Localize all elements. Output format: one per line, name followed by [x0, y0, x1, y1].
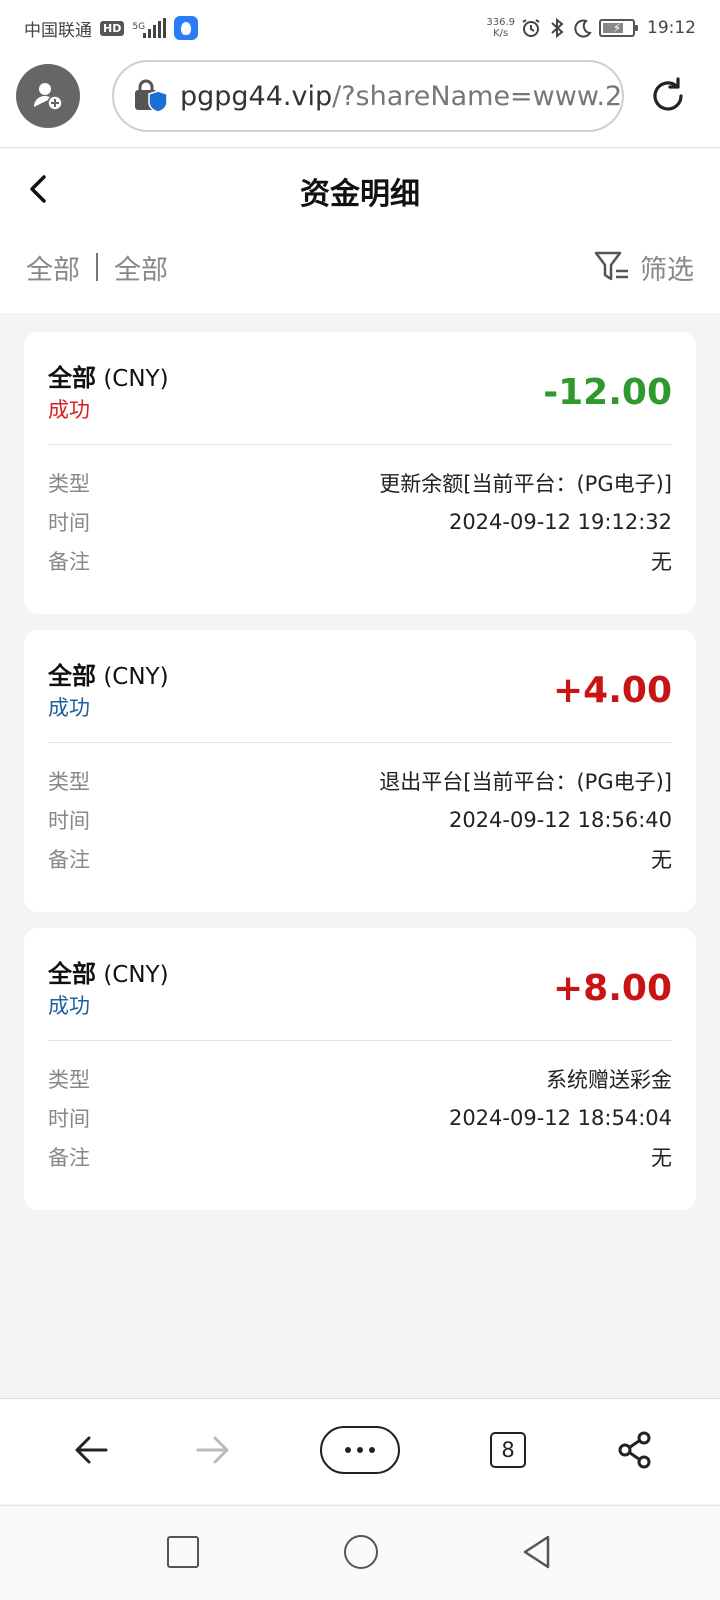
url-field[interactable]: pgpg44.vip/?shareName=www.23 [112, 60, 624, 132]
network-type: 5G [132, 22, 146, 32]
url-domain: pgpg44.vip [180, 80, 333, 112]
site-security-icon [132, 78, 168, 114]
menu-dot [345, 1447, 351, 1453]
profile-avatar-button[interactable] [16, 64, 80, 128]
home-button[interactable] [344, 1535, 378, 1569]
filter-separator [96, 253, 98, 281]
card-category: 全部 [48, 662, 96, 690]
bluetooth-icon [547, 18, 567, 38]
time-row: 时间 2024-09-12 18:56:40 [48, 805, 672, 835]
reload-button[interactable] [648, 76, 688, 116]
signal-icon: 5G [132, 18, 167, 38]
time-value: 2024-09-12 19:12:32 [448, 510, 672, 534]
divider [48, 742, 672, 743]
time-label: 时间 [48, 511, 90, 535]
amount: +4.00 [553, 670, 672, 711]
status-bar: 中国联通 HD 5G 336.9 K/s ⚡ 19:12 [0, 0, 720, 56]
type-row: 类型 退出平台[当前平台：(PG电子)] [48, 766, 672, 796]
filter-category-1[interactable]: 全部 [26, 248, 80, 287]
type-label: 类型 [48, 1068, 90, 1092]
type-value: 更新余额[当前平台：(PG电子)] [379, 472, 672, 496]
arrow-right-icon [196, 1436, 229, 1464]
note-row: 备注 无 [48, 1142, 672, 1172]
card-title: 全部 (CNY) [48, 656, 169, 691]
card-currency: (CNY) [103, 664, 169, 690]
filter-category-2[interactable]: 全部 [114, 248, 168, 287]
reload-icon [653, 77, 683, 111]
network-speed: 336.9 K/s [486, 17, 515, 39]
card-title: 全部 (CNY) [48, 954, 169, 989]
clock: 19:12 [647, 18, 696, 38]
page-title: 资金明细 [300, 177, 420, 212]
type-label: 类型 [48, 770, 90, 794]
moon-icon [573, 18, 593, 38]
browser-toolbar: 8 [0, 1398, 720, 1504]
hd-badge: HD [100, 20, 125, 36]
speed-value: 336.9 [486, 17, 515, 28]
time-row: 时间 2024-09-12 19:12:32 [48, 507, 672, 537]
card-title: 全部 (CNY) [48, 358, 169, 393]
alarm-icon [521, 18, 541, 38]
url-text: pgpg44.vip/?shareName=www.23 [180, 81, 622, 112]
note-row: 备注 无 [48, 844, 672, 874]
amount: +8.00 [553, 968, 672, 1009]
time-row: 时间 2024-09-12 18:54:04 [48, 1103, 672, 1133]
browser-address-bar: pgpg44.vip/?shareName=www.23 [0, 56, 720, 148]
card-category: 全部 [48, 960, 96, 988]
divider [48, 444, 672, 445]
back-nav-button[interactable] [520, 1534, 554, 1570]
share-icon [618, 1431, 651, 1469]
note-label: 备注 [48, 550, 90, 574]
transaction-card[interactable]: 全部 (CNY) 成功 +8.00 类型 系统赠送彩金 时间 2024-09-12 … [24, 928, 696, 1210]
note-value: 无 [651, 550, 672, 574]
browser-back-button[interactable] [66, 1425, 116, 1475]
tabs-button[interactable]: 8 [490, 1432, 526, 1468]
card-currency: (CNY) [103, 962, 169, 988]
time-label: 时间 [48, 1107, 90, 1131]
status-text: 成功 [48, 994, 90, 1018]
note-value: 无 [651, 848, 672, 872]
type-label: 类型 [48, 472, 90, 496]
time-label: 时间 [48, 809, 90, 833]
triangle-back-icon [523, 1535, 550, 1569]
amount: -12.00 [543, 372, 672, 413]
type-row: 类型 更新余额[当前平台：(PG电子)] [48, 468, 672, 498]
browser-menu-button[interactable] [320, 1426, 400, 1474]
app-notification-icon [174, 16, 199, 40]
battery-icon: ⚡ [599, 19, 638, 37]
page-header: 资金明细 全部 全部 筛选 [0, 149, 720, 313]
type-value: 系统赠送彩金 [546, 1068, 672, 1092]
recent-apps-button[interactable] [167, 1536, 199, 1568]
note-row: 备注 无 [48, 546, 672, 576]
time-value: 2024-09-12 18:54:04 [448, 1106, 672, 1130]
carrier-name: 中国联通 [24, 20, 92, 41]
type-value: 退出平台[当前平台：(PG电子)] [379, 770, 672, 794]
card-currency: (CNY) [103, 366, 169, 392]
system-navigation-bar [0, 1505, 720, 1600]
add-user-icon [34, 83, 63, 111]
time-value: 2024-09-12 18:56:40 [448, 808, 672, 832]
filter-icon [594, 251, 628, 281]
status-text: 成功 [48, 398, 90, 422]
filter-label: 筛选 [640, 254, 694, 286]
speed-unit: K/s [493, 28, 509, 39]
menu-dot [357, 1447, 363, 1453]
card-category: 全部 [48, 364, 96, 392]
share-button[interactable] [610, 1425, 660, 1475]
menu-dot [369, 1447, 375, 1453]
browser-forward-button[interactable] [188, 1425, 238, 1475]
transaction-card[interactable]: 全部 (CNY) 成功 -12.00 类型 更新余额[当前平台：(PG电子)] 时… [24, 332, 696, 614]
divider [48, 1040, 672, 1041]
note-label: 备注 [48, 1146, 90, 1170]
transaction-card[interactable]: 全部 (CNY) 成功 +4.00 类型 退出平台[当前平台：(PG电子)] 时间… [24, 630, 696, 912]
url-path: /?shareName=www.23 [332, 80, 622, 112]
status-text: 成功 [48, 696, 90, 720]
filter-button[interactable]: 筛选 [594, 248, 694, 287]
arrow-left-icon [75, 1436, 108, 1464]
type-row: 类型 系统赠送彩金 [48, 1064, 672, 1094]
filter-bar: 全部 全部 筛选 [26, 248, 694, 287]
note-label: 备注 [48, 848, 90, 872]
note-value: 无 [651, 1146, 672, 1170]
